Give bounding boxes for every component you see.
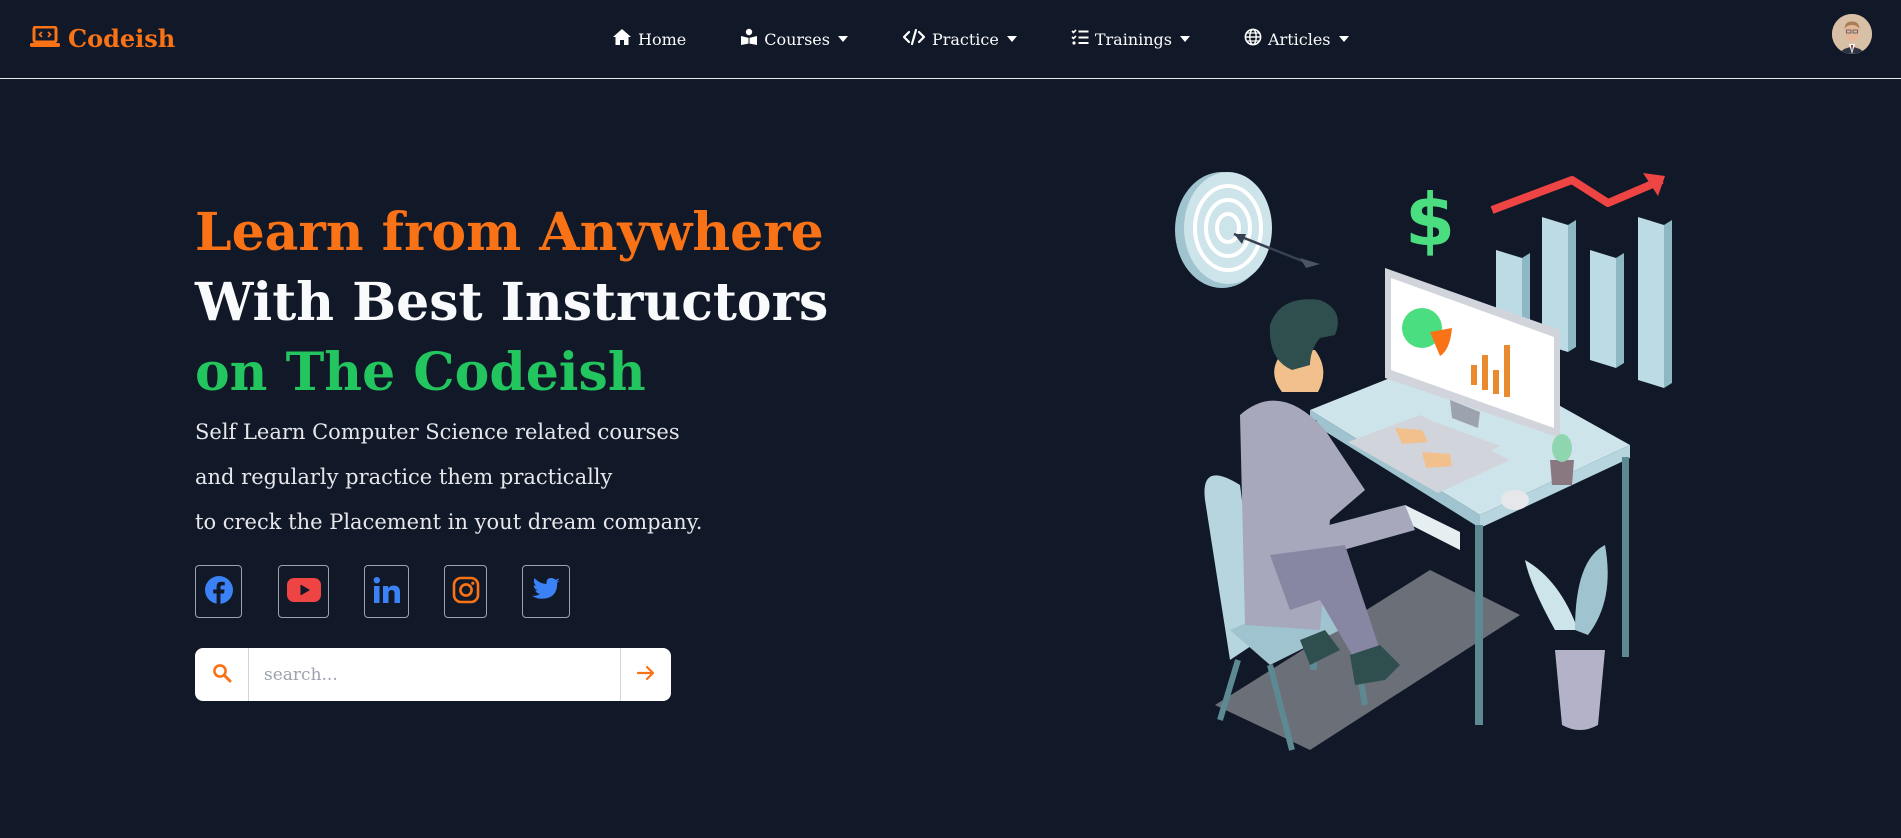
caret-down-icon xyxy=(1338,36,1349,42)
user-avatar[interactable] xyxy=(1832,14,1872,54)
laptop-code-icon xyxy=(30,25,60,52)
book-reader-icon xyxy=(740,28,758,50)
facebook-icon xyxy=(204,575,234,609)
hero-description-line-3: to creck the Placement in yout dream com… xyxy=(195,510,703,534)
twitter-icon xyxy=(531,577,561,607)
home-icon xyxy=(612,28,632,50)
hero-title-line-3: on The Codeish xyxy=(195,342,646,403)
search-input[interactable] xyxy=(248,648,621,701)
caret-down-icon xyxy=(1006,36,1017,42)
youtube-link[interactable] xyxy=(278,565,329,618)
caret-down-icon xyxy=(837,36,848,42)
hero-illustration: $ xyxy=(1160,160,1680,760)
hero-description-line-2: and regularly practice them practically xyxy=(195,465,613,489)
arrow-right-icon xyxy=(636,665,655,685)
hero-title: Learn from Anywhere With Best Instructor… xyxy=(195,198,828,408)
brand-name: Codeish xyxy=(68,24,176,53)
search-icon xyxy=(212,663,232,687)
nav-item-label: Home xyxy=(638,29,687,49)
nav-item-practice[interactable]: Practice xyxy=(902,28,1017,50)
search-button[interactable] xyxy=(195,648,248,701)
social-links xyxy=(195,565,570,618)
instagram-link[interactable] xyxy=(444,565,487,618)
nav-item-trainings[interactable]: Trainings xyxy=(1071,28,1190,50)
nav-item-label: Courses xyxy=(764,29,830,49)
linkedin-icon xyxy=(373,576,401,608)
navbar: Codeish Home Courses Practice Trainings … xyxy=(0,0,1901,79)
globe-icon xyxy=(1244,28,1262,50)
facebook-link[interactable] xyxy=(195,565,242,618)
twitter-link[interactable] xyxy=(522,565,570,618)
brand-logo[interactable]: Codeish xyxy=(30,24,175,53)
search-submit-button[interactable] xyxy=(621,648,671,701)
nav-item-home[interactable]: Home xyxy=(612,28,686,50)
hero-title-line-2: With Best Instructors xyxy=(195,272,829,333)
hero-description-line-1: Self Learn Computer Science related cour… xyxy=(195,420,680,444)
hero-description: Self Learn Computer Science related cour… xyxy=(195,410,702,545)
caret-down-icon xyxy=(1180,36,1190,42)
dollar-sign-icon: $ xyxy=(1405,178,1455,262)
nav-item-courses[interactable]: Courses xyxy=(740,28,848,50)
nav-item-label: Trainings xyxy=(1094,29,1172,49)
linkedin-link[interactable] xyxy=(364,565,409,618)
target-icon xyxy=(1175,172,1320,288)
nav-item-label: Practice xyxy=(931,29,999,49)
nav-item-articles[interactable]: Articles xyxy=(1244,28,1349,50)
main-nav: Home Courses Practice Trainings Articles xyxy=(612,28,1349,50)
search-bar xyxy=(195,648,671,701)
instagram-icon xyxy=(452,576,480,608)
checklist-icon xyxy=(1071,28,1089,50)
nav-item-label: Articles xyxy=(1268,29,1331,49)
hero-title-line-1: Learn from Anywhere xyxy=(195,202,824,263)
youtube-icon xyxy=(286,577,321,606)
code-icon xyxy=(902,28,926,50)
